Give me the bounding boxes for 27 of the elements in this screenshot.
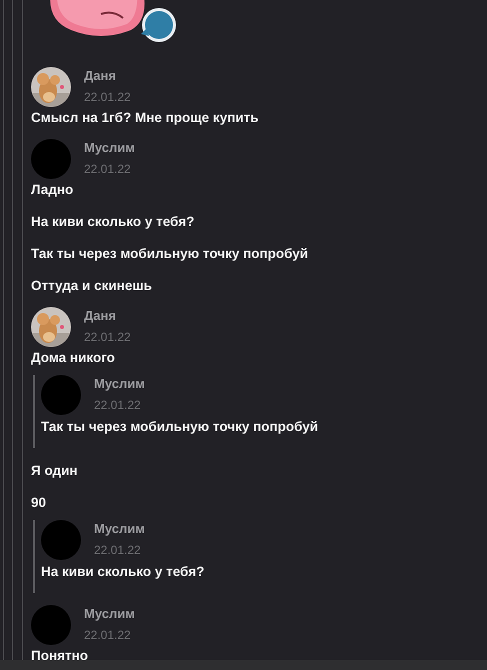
author-name: Муслим [84, 606, 135, 622]
author-name: Муслим [94, 521, 145, 537]
message-date: 22.01.22 [84, 89, 131, 105]
author-name: Муслим [94, 376, 145, 392]
message-text: На киви сколько у тебя? [31, 213, 196, 231]
author-name: Муслим [84, 140, 135, 156]
avatar [31, 139, 71, 179]
message-text: Так ты через мобильную точку попробуй [31, 245, 310, 263]
author-name: Даня [84, 68, 117, 84]
message-date: 22.01.22 [84, 329, 131, 345]
message-text: Оттуда и скинешь [31, 277, 153, 295]
message-date: 22.01.22 [94, 542, 142, 558]
author-name: Даня [84, 308, 117, 324]
message-text: Дома никого [31, 349, 116, 367]
message-date: 22.01.22 [84, 627, 132, 643]
avatar [31, 605, 71, 645]
message-date: 22.01.22 [84, 161, 132, 177]
message-text: Понятно [31, 647, 89, 665]
message-text: Ладно [31, 181, 74, 199]
avatar [41, 375, 81, 415]
message-date: 22.01.22 [94, 397, 142, 413]
message-text: Смысл на 1гб? Мне проще купить [31, 109, 260, 127]
message-text: 90 [31, 494, 48, 512]
message-text: Так ты через мобильную точку попробуй [41, 418, 320, 436]
message-text: Я один [31, 462, 79, 480]
message-text: На киви сколько у тебя? [41, 563, 206, 581]
avatar [41, 520, 81, 560]
